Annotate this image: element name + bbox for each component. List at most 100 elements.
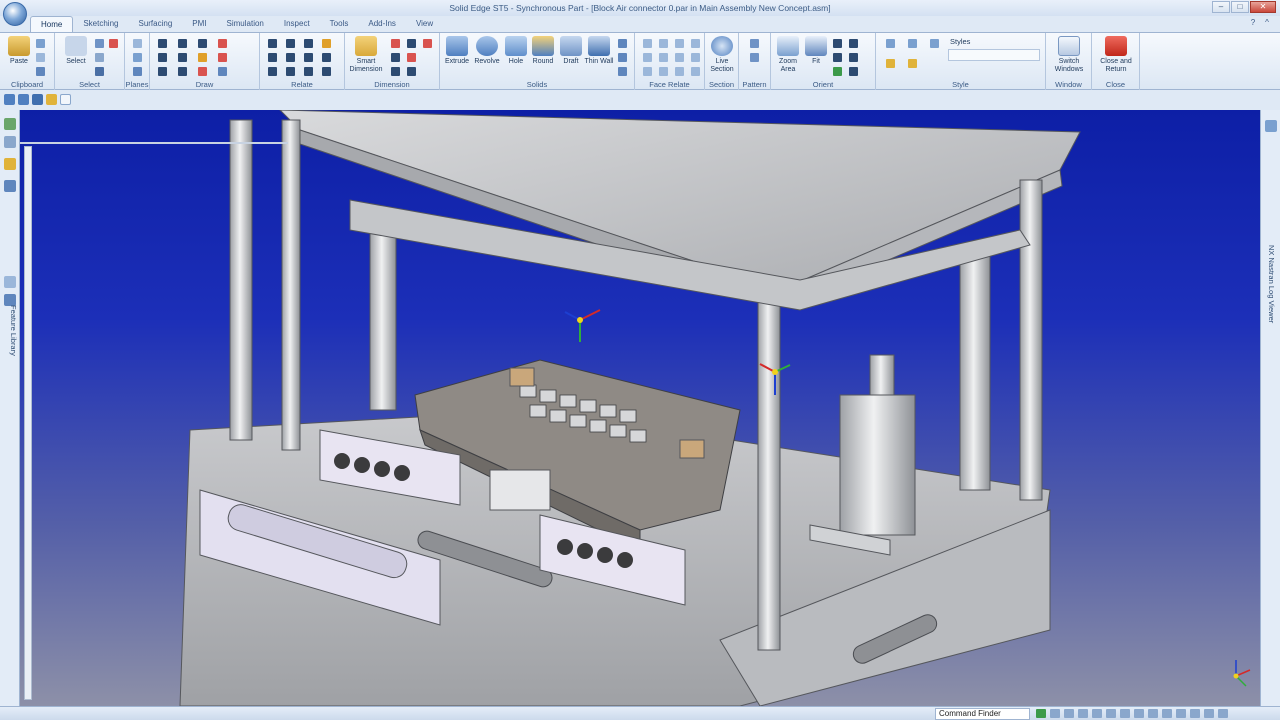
point-icon[interactable] — [198, 53, 207, 62]
sensors-tab-icon[interactable] — [4, 276, 16, 288]
coordinate-plane-icon[interactable] — [133, 53, 142, 62]
view-control-icon-5[interactable] — [1092, 709, 1102, 718]
tab-surfacing[interactable]: Surfacing — [128, 16, 182, 32]
pathfinder-tab-icon[interactable] — [4, 118, 16, 130]
lock-icon[interactable] — [322, 39, 331, 48]
feature-library-label[interactable]: Feature Library — [2, 305, 18, 365]
fillet-icon[interactable] — [178, 53, 187, 62]
tab-sketching[interactable]: Sketching — [73, 16, 128, 32]
plane-parallel-icon[interactable] — [133, 67, 142, 76]
select-filter-icon[interactable] — [95, 39, 104, 48]
ellipse-icon[interactable] — [158, 67, 167, 76]
tangent-icon[interactable] — [304, 53, 313, 62]
view-control-icon-6[interactable] — [1106, 709, 1116, 718]
minimize-button[interactable]: – — [1212, 1, 1230, 13]
arc-icon[interactable] — [178, 39, 187, 48]
tab-add-ins[interactable]: Add-Ins — [358, 16, 406, 32]
extrude-button[interactable]: Extrude — [440, 36, 474, 66]
assembly-model[interactable] — [20, 110, 1260, 706]
face-rigid-icon[interactable] — [659, 67, 668, 76]
face-more-icon[interactable] — [691, 67, 700, 76]
view-control-icon-11[interactable] — [1176, 709, 1186, 718]
pattern-icon[interactable] — [750, 39, 759, 48]
select-group-icon[interactable] — [95, 53, 104, 62]
plane-icon[interactable] — [133, 39, 142, 48]
3d-viewport[interactable] — [20, 110, 1260, 706]
view-orient-icon[interactable] — [833, 67, 842, 76]
face-equal-icon[interactable] — [691, 53, 700, 62]
view-control-icon-14[interactable] — [1218, 709, 1228, 718]
face-concentric-icon[interactable] — [675, 53, 684, 62]
solids-more-icon-3[interactable] — [618, 67, 627, 76]
angular-coordinate-icon[interactable] — [407, 53, 416, 62]
distance-icon[interactable] — [391, 39, 400, 48]
styles-dropdown[interactable] — [948, 49, 1040, 61]
pan-icon[interactable] — [849, 39, 858, 48]
fit-button[interactable]: Fit — [799, 36, 833, 66]
view-control-icon-7[interactable] — [1120, 709, 1130, 718]
view-style-icon-2[interactable] — [908, 39, 917, 48]
cut-icon[interactable] — [36, 39, 45, 48]
mirror-icon[interactable] — [218, 53, 227, 62]
open-icon[interactable] — [46, 94, 57, 105]
move-icon[interactable] — [198, 67, 207, 76]
face-symmetric-icon[interactable] — [659, 53, 668, 62]
symmetric-icon[interactable] — [286, 67, 295, 76]
nastran-tab-icon[interactable] — [1265, 120, 1277, 132]
tab-pmi[interactable]: PMI — [182, 16, 216, 32]
face-ground-icon[interactable] — [675, 67, 684, 76]
view-control-icon-10[interactable] — [1162, 709, 1172, 718]
sketch-view-icon[interactable] — [849, 67, 858, 76]
tab-tools[interactable]: Tools — [320, 16, 359, 32]
tab-inspect[interactable]: Inspect — [274, 16, 320, 32]
command-finder-input[interactable]: Command Finder — [935, 708, 1030, 720]
face-tangent-icon[interactable] — [643, 53, 652, 62]
save-icon[interactable] — [32, 94, 43, 105]
view-style-icon-1[interactable] — [886, 39, 895, 48]
application-button[interactable] — [3, 2, 27, 26]
view-control-icon-1[interactable] — [1036, 709, 1046, 718]
feature-library-tab-icon[interactable] — [4, 158, 16, 170]
angle-icon[interactable] — [407, 39, 416, 48]
shaded-edges-icon[interactable] — [908, 59, 917, 68]
view-control-icon-4[interactable] — [1078, 709, 1088, 718]
horizontal-icon[interactable] — [268, 53, 277, 62]
view-control-icon-12[interactable] — [1190, 709, 1200, 718]
line-icon[interactable] — [158, 39, 167, 48]
mirror-pattern-icon[interactable] — [750, 53, 759, 62]
rectangle-icon[interactable] — [158, 53, 167, 62]
face-offset-icon[interactable] — [643, 67, 652, 76]
select-tools-icon[interactable] — [95, 67, 104, 76]
smart-dimension-button[interactable]: Smart Dimension — [349, 36, 383, 74]
view-style-icon-3[interactable] — [930, 39, 939, 48]
concentric-icon[interactable] — [304, 39, 313, 48]
copy-icon[interactable] — [36, 53, 45, 62]
view-control-icon-9[interactable] — [1148, 709, 1158, 718]
dimension-style-icon[interactable] — [391, 67, 400, 76]
solids-more-icon-1[interactable] — [618, 39, 627, 48]
select-red-icon[interactable] — [109, 39, 118, 48]
relate-more-icon[interactable] — [322, 67, 331, 76]
view-control-icon-8[interactable] — [1134, 709, 1144, 718]
tab-view[interactable]: View — [406, 16, 443, 32]
trim-icon[interactable] — [218, 39, 227, 48]
tab-home[interactable]: Home — [30, 16, 74, 32]
layers-tab-icon[interactable] — [4, 136, 16, 148]
solids-more-icon-2[interactable] — [618, 53, 627, 62]
redo-icon[interactable] — [18, 94, 29, 105]
circle-icon[interactable] — [198, 39, 207, 48]
dimension-axis-icon[interactable] — [407, 67, 416, 76]
minimize-ribbon-icon[interactable]: ^ — [1262, 18, 1272, 28]
close-and-return-button[interactable]: Close and Return — [1099, 36, 1133, 74]
perpendicular-icon[interactable] — [322, 53, 331, 62]
paste-button[interactable]: Paste — [2, 36, 36, 66]
parallel-icon[interactable] — [286, 39, 295, 48]
rotate-icon[interactable] — [833, 53, 842, 62]
live-section-button[interactable]: Live Section — [705, 36, 739, 74]
tab-simulation[interactable]: Simulation — [217, 16, 274, 32]
zoom-icon[interactable] — [833, 39, 842, 48]
face-perpendicular-icon[interactable] — [691, 39, 700, 48]
switch-windows-button[interactable]: Switch Windows — [1052, 36, 1086, 74]
coaxial-icon[interactable] — [659, 39, 668, 48]
rigid-icon[interactable] — [268, 67, 277, 76]
